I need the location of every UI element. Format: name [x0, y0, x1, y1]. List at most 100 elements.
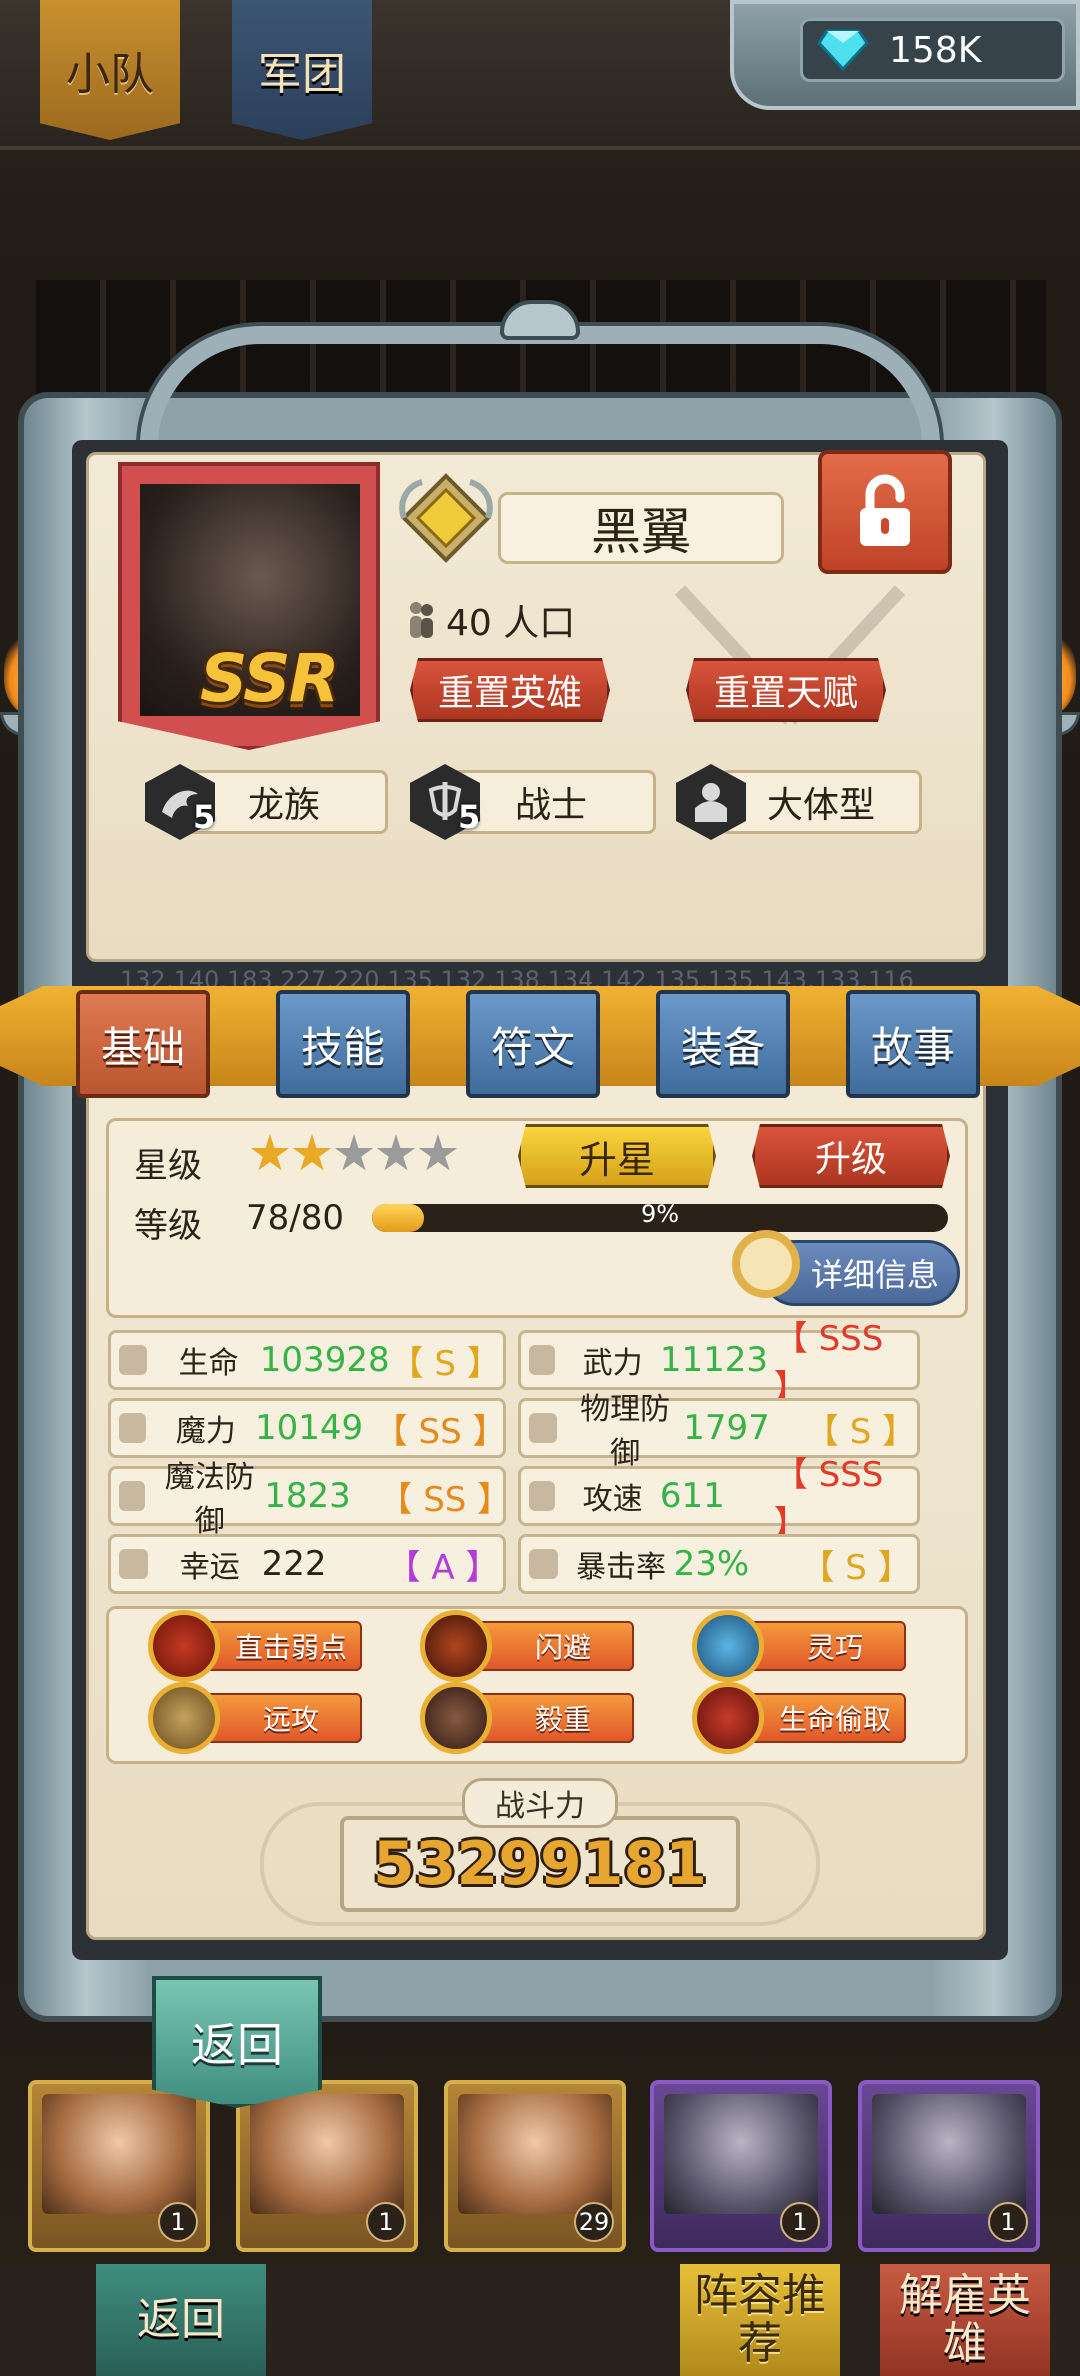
- tab-legion[interactable]: 军团: [232, 0, 372, 140]
- skill-label: 直击弱点: [202, 1621, 362, 1671]
- attr-grade: 【 SS 】: [373, 1411, 507, 1452]
- tab-story[interactable]: 故事: [846, 990, 980, 1098]
- rarity-badge: SSR: [200, 640, 340, 717]
- attr-hp[interactable]: 生命 103928 【 S 】: [108, 1330, 506, 1390]
- hero-card-portrait: [458, 2094, 612, 2214]
- skill-item[interactable]: 毅重: [420, 1682, 634, 1754]
- combat-power-value: 53299181: [340, 1816, 740, 1912]
- dismiss-hero-button[interactable]: 解雇英雄: [880, 2264, 1050, 2376]
- skill-strike-icon: [148, 1610, 220, 1682]
- attr-value: 222: [261, 1544, 327, 1584]
- trait-level: 5: [193, 798, 216, 836]
- skill-label: 远攻: [202, 1693, 362, 1743]
- hero-detail-screen: 小队 军团 158K SSR 黑翼 40 人口 重置英雄 重置天赋 龙族 战士 …: [0, 0, 1080, 2376]
- skill-dodge-icon: [420, 1610, 492, 1682]
- lineup-recommend-button[interactable]: 阵容推荐: [680, 2264, 840, 2376]
- shield-icon: [529, 1413, 558, 1443]
- attr-value: 11123: [659, 1340, 769, 1380]
- attr-magic[interactable]: 魔力 10149 【 SS 】: [108, 1398, 507, 1458]
- attr-grade: 【 S 】: [389, 1343, 501, 1384]
- hero-card[interactable]: 1: [858, 2080, 1040, 2252]
- upgrade-star-button[interactable]: 升星: [518, 1124, 716, 1188]
- hero-card-level: 29: [574, 2202, 614, 2242]
- attr-name: 生命: [178, 1346, 239, 1381]
- attr-name: 物理防御: [580, 1392, 671, 1471]
- rank-emblem-icon: [399, 473, 493, 563]
- xp-percent: 9%: [640, 1200, 680, 1228]
- skill-item[interactable]: 远攻: [148, 1682, 362, 1754]
- back-button[interactable]: 返回: [152, 1976, 322, 2108]
- tab-squad[interactable]: 小队: [40, 0, 180, 140]
- tab-skills[interactable]: 技能: [276, 990, 410, 1098]
- sword-icon: [529, 1345, 556, 1375]
- hero-card[interactable]: 1: [236, 2080, 418, 2252]
- skill-item[interactable]: 闪避: [420, 1610, 634, 1682]
- hero-card[interactable]: 1: [650, 2080, 832, 2252]
- skill-agility-icon: [692, 1610, 764, 1682]
- attr-power[interactable]: 武力 11123 【 SSS 】: [518, 1319, 920, 1408]
- hero-card[interactable]: 1: [28, 2080, 210, 2252]
- lock-button[interactable]: [818, 450, 952, 574]
- gem-counter[interactable]: 158K: [800, 18, 1065, 82]
- hero-card-portrait: [250, 2094, 404, 2214]
- star-filled-icon: [292, 1134, 332, 1171]
- tab-equipment[interactable]: 装备: [656, 990, 790, 1098]
- reset-hero-button[interactable]: 重置英雄: [410, 658, 610, 722]
- star-empty-icon: [376, 1134, 416, 1171]
- population: 40 人口: [406, 594, 575, 646]
- attr-name: 幸运: [179, 1550, 240, 1585]
- skill-label: 生命偷取: [746, 1693, 906, 1743]
- attr-grade: 【 S 】: [804, 1411, 917, 1452]
- reset-talent-button[interactable]: 重置天赋: [686, 658, 886, 722]
- attr-crit-rate[interactable]: 暴击率 23% 【 S 】: [518, 1534, 920, 1594]
- level-up-button[interactable]: 升级: [752, 1124, 950, 1188]
- attr-grade: 【 A 】: [386, 1547, 500, 1588]
- hero-card-portrait: [664, 2094, 818, 2214]
- hero-card-portrait: [42, 2094, 196, 2214]
- heart-icon: [119, 1345, 148, 1375]
- attr-luck[interactable]: 幸运 222 【 A 】: [108, 1534, 506, 1594]
- attr-grade: 【 SSS 】: [773, 1455, 884, 1544]
- level-value: 78/80: [246, 1198, 344, 1238]
- attr-grade: 【 S 】: [800, 1547, 912, 1588]
- skill-item[interactable]: 灵巧: [692, 1610, 906, 1682]
- star-empty-icon: [418, 1134, 458, 1171]
- attr-magic-defense[interactable]: 魔法防御 1823 【 SS 】: [108, 1460, 511, 1539]
- star-empty-icon: [334, 1134, 374, 1171]
- attr-value: 10149: [255, 1408, 364, 1448]
- attr-name: 魔法防御: [164, 1460, 255, 1539]
- population-value: 40 人口: [446, 603, 576, 644]
- trait-size[interactable]: 大体型: [720, 770, 922, 834]
- attr-grade: 【 SSS 】: [773, 1319, 884, 1408]
- star-rating: [250, 1134, 458, 1174]
- attr-attack-speed[interactable]: 攻速 611 【 SSS 】: [518, 1455, 920, 1544]
- skill-item[interactable]: 直击弱点: [148, 1610, 362, 1682]
- attr-name: 武力: [582, 1346, 643, 1381]
- trait-level: 5: [458, 798, 481, 836]
- hero-card-level: 1: [366, 2202, 406, 2242]
- hero-card[interactable]: 29: [444, 2080, 626, 2252]
- attr-value: 1823: [264, 1476, 351, 1516]
- bottom-back-button[interactable]: 返回: [96, 2264, 266, 2376]
- diamond-icon: [817, 29, 869, 71]
- tab-runes[interactable]: 符文: [466, 990, 600, 1098]
- hero-card-level: 1: [988, 2202, 1028, 2242]
- burst-icon: [529, 1549, 559, 1579]
- skill-item[interactable]: 生命偷取: [692, 1682, 906, 1754]
- gem-amount: 158K: [889, 29, 982, 71]
- attr-value: 611: [659, 1476, 725, 1516]
- star-label: 星级: [134, 1146, 202, 1186]
- skill-label: 毅重: [474, 1693, 634, 1743]
- attr-value: 1797: [683, 1408, 770, 1448]
- clover-icon: [119, 1549, 148, 1579]
- attr-name: 暴击率: [575, 1550, 666, 1585]
- magnifier-icon: [732, 1230, 800, 1298]
- hero-card-level: 1: [780, 2202, 820, 2242]
- unlock-icon: [860, 474, 910, 546]
- hero-card-level: 1: [158, 2202, 198, 2242]
- attr-value: 103928: [259, 1340, 390, 1380]
- tab-basic[interactable]: 基础: [76, 990, 210, 1098]
- frame-arch: [140, 326, 940, 446]
- hero-card-portrait: [872, 2094, 1026, 2214]
- level-label: 等级: [134, 1206, 202, 1246]
